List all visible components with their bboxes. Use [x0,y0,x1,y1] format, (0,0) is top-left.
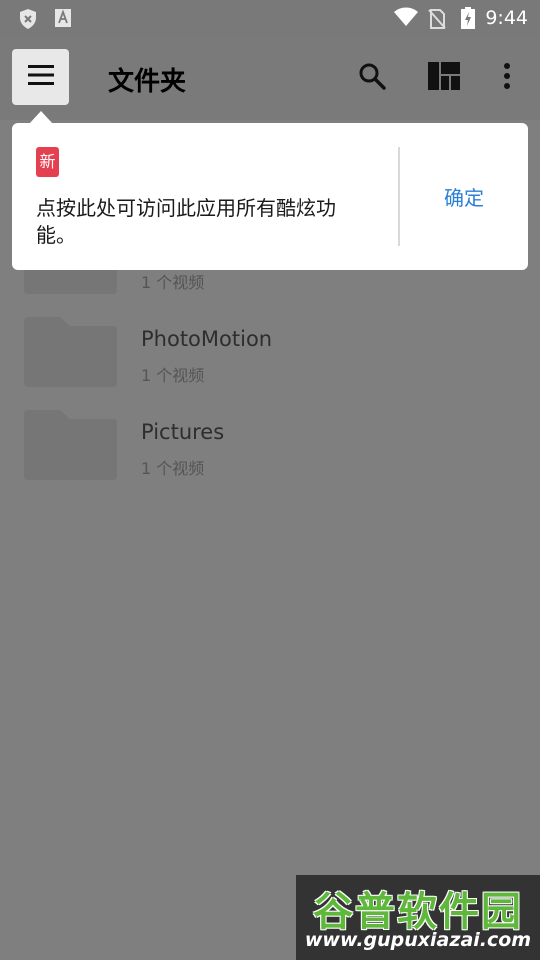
status-bar: 9:44 [0,0,540,36]
list-item[interactable]: Pictures 1 个视频 [0,410,540,503]
list-item[interactable]: PhotoMotion 1 个视频 [0,317,540,410]
menu-icon [27,64,54,90]
folder-count: 1 个视频 [141,366,205,385]
folder-name: Pictures [141,420,225,444]
watermark-url: www.gupuxiazai.com [304,929,532,951]
feature-tooltip: 新 点按此处可访问此应用所有酷炫功能。 确定 [12,123,528,270]
wifi-icon [393,7,419,31]
shield-x-icon [18,8,38,34]
grid-layout-icon[interactable] [428,62,460,94]
folder-count: 1 个视频 [141,459,205,478]
battery-charging-icon [460,7,476,34]
watermark: 谷普软件园 www.gupuxiazai.com [296,875,540,960]
new-badge: 新 [36,147,59,177]
page-title: 文件夹 [108,67,187,97]
folder-count: 1 个视频 [141,273,205,292]
tooltip-text: 点按此处可访问此应用所有酷炫功能。 [36,196,336,247]
menu-button[interactable] [12,49,69,105]
folder-icon [24,410,117,484]
folder-icon [24,317,117,391]
font-a-icon [54,8,72,32]
search-icon[interactable] [358,62,386,94]
app-bar: 文件夹 [0,36,540,120]
folder-name: PhotoMotion [141,327,273,351]
status-time: 9:44 [485,7,528,29]
ok-button[interactable]: 确定 [400,123,528,270]
more-vert-icon[interactable] [503,62,511,94]
no-sim-icon [427,8,447,34]
